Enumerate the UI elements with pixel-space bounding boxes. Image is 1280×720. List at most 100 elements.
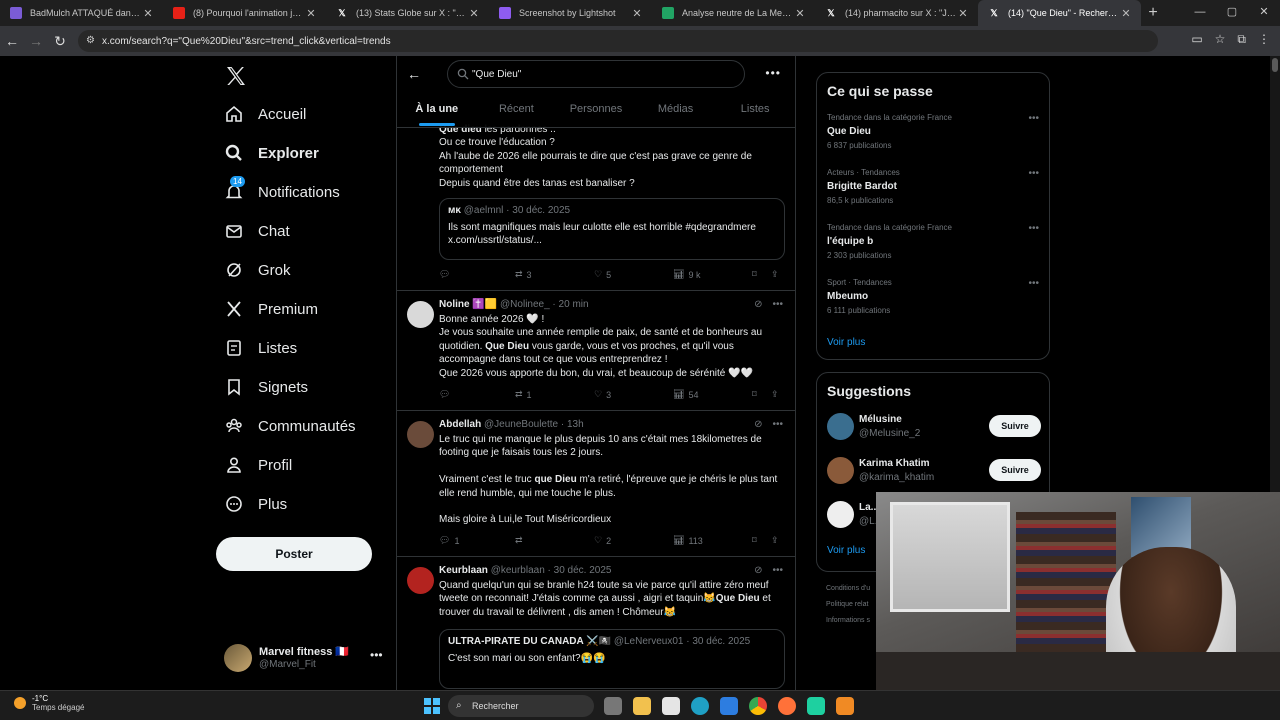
tweet-author-name[interactable]: Noline ✝️🟨 bbox=[439, 299, 497, 310]
avatar[interactable] bbox=[827, 457, 854, 484]
nav-item-plus[interactable]: Plus bbox=[224, 489, 287, 519]
browser-tab[interactable]: 𝕏 (14) "Que Dieu" - Recherche / X✕ bbox=[978, 0, 1141, 26]
avatar[interactable] bbox=[407, 421, 434, 448]
app-icon[interactable] bbox=[807, 697, 825, 715]
tweet-time[interactable]: 13h bbox=[567, 419, 584, 430]
menu-icon[interactable]: ⋮ bbox=[1258, 32, 1270, 47]
footer-link[interactable]: Conditions d'u bbox=[826, 581, 870, 597]
tweet-author-name[interactable]: Keurblaan bbox=[439, 565, 488, 576]
nav-item-communautés[interactable]: Communautés bbox=[224, 411, 356, 441]
vlc-icon[interactable] bbox=[836, 697, 854, 715]
store-icon[interactable] bbox=[720, 697, 738, 715]
search-tab[interactable]: Personnes bbox=[556, 96, 636, 128]
cast-icon[interactable]: ▭ bbox=[1191, 32, 1202, 47]
reply-action[interactable]: 💬︎ 1 bbox=[439, 535, 459, 546]
retweet-action[interactable]: ⇄ 1 bbox=[515, 389, 532, 400]
like-action[interactable]: ♡ 3 bbox=[594, 389, 611, 400]
close-tab-icon[interactable]: ✕ bbox=[1119, 7, 1133, 20]
tweet[interactable]: Noline ✝️🟨 @Nolinee_ · 20 min ⊘ ••• Bonne a… bbox=[397, 291, 795, 411]
nav-item-explorer[interactable]: Explorer bbox=[224, 138, 319, 168]
windows-start-icon[interactable] bbox=[424, 698, 440, 714]
avatar[interactable] bbox=[407, 567, 434, 594]
quoted-tweet[interactable]: ULTRA-PIRATE DU CANADA ⚔️🏴‍☠️ @LeNerveux… bbox=[439, 629, 785, 689]
tweet-time[interactable]: 20 min bbox=[559, 299, 589, 310]
site-settings-icon[interactable]: ⚙ bbox=[86, 35, 95, 46]
views-action[interactable]: 📊︎ 54 bbox=[673, 389, 698, 400]
more-icon[interactable]: ••• bbox=[1028, 113, 1039, 124]
close-tab-icon[interactable]: ✕ bbox=[793, 7, 807, 20]
x-logo-icon[interactable] bbox=[224, 64, 248, 88]
nav-item-notifications[interactable]: 14 Notifications bbox=[224, 176, 340, 207]
browser-tab[interactable]: Analyse neutre de La Meute - C✕ bbox=[652, 0, 815, 26]
close-window-icon[interactable]: ✕ bbox=[1248, 0, 1280, 26]
more-icon[interactable]: ••• bbox=[772, 565, 783, 576]
tweet-author-name[interactable]: Abdellah bbox=[439, 419, 481, 430]
search-tab[interactable]: Médias bbox=[636, 96, 716, 128]
back-arrow-icon[interactable]: ← bbox=[407, 66, 421, 82]
nav-item-listes[interactable]: Listes bbox=[224, 333, 297, 363]
share-icon[interactable]: ⇪ bbox=[771, 269, 779, 280]
weather-widget[interactable]: -1°C Temps dégagé bbox=[14, 694, 84, 712]
close-tab-icon[interactable]: ✕ bbox=[304, 7, 318, 20]
tweet-author-handle[interactable]: @keurblaan bbox=[491, 565, 545, 576]
search-tab[interactable]: Listes bbox=[715, 96, 795, 128]
more-options-icon[interactable]: ••• bbox=[765, 66, 781, 80]
tweet[interactable]: Abdellah @JeuneBoulette · 13h ⊘ ••• Le truc… bbox=[397, 411, 795, 557]
nav-item-accueil[interactable]: Accueil bbox=[224, 99, 306, 129]
maximize-icon[interactable]: ▢ bbox=[1216, 0, 1248, 26]
extensions-icon[interactable]: ⧉ bbox=[1237, 32, 1246, 47]
nav-item-grok[interactable]: Grok bbox=[224, 255, 291, 285]
trend-item[interactable]: Sport · Tendances Mbeumo 6 111 publication… bbox=[827, 278, 1039, 315]
avatar[interactable] bbox=[827, 501, 854, 528]
nav-item-signets[interactable]: Signets bbox=[224, 372, 308, 402]
follow-button[interactable]: Suivre bbox=[989, 459, 1041, 481]
trend-item[interactable]: Tendance dans la catégorie France Que Die… bbox=[827, 113, 1039, 150]
browser-tab[interactable]: BadMulch ATTAQUÉ dans LIBÉ✕ bbox=[0, 0, 163, 26]
retweet-action[interactable]: ⇄ 3 bbox=[515, 269, 532, 280]
nav-item-chat[interactable]: Chat bbox=[224, 216, 290, 246]
reply-action[interactable]: 💬︎ bbox=[439, 389, 454, 400]
taskbar-search[interactable]: ⌕ Rechercher bbox=[448, 695, 594, 717]
search-tab[interactable]: À la une bbox=[397, 96, 477, 128]
suggestion-item[interactable]: Mélusine @Melusine_2 Suivre bbox=[827, 413, 1041, 445]
chrome-icon[interactable] bbox=[749, 697, 767, 715]
browser-tab[interactable]: (8) Pourquoi l'animation japonaise✕ bbox=[163, 0, 326, 26]
grok-icon[interactable]: ⊘ bbox=[754, 299, 762, 310]
quoted-tweet[interactable]: мκ @aelmnl · 30 déc. 2025 Ils sont magnif… bbox=[439, 198, 785, 260]
task-view-icon[interactable] bbox=[604, 697, 622, 715]
bookmark-action[interactable]: ⌑ bbox=[752, 535, 757, 546]
browser-tab[interactable]: 𝕏 (13) Stats Globe sur X : "Year W✕ bbox=[326, 0, 489, 26]
trends-see-more[interactable]: Voir plus bbox=[827, 337, 865, 348]
more-icon[interactable]: ••• bbox=[370, 648, 383, 662]
back-icon[interactable]: ← bbox=[0, 33, 24, 49]
firefox-icon[interactable] bbox=[778, 697, 796, 715]
minimize-icon[interactable]: — bbox=[1184, 0, 1216, 26]
share-icon[interactable]: ⇪ bbox=[771, 535, 779, 546]
tweet-author-handle[interactable]: @JeuneBoulette bbox=[484, 419, 558, 430]
like-action[interactable]: ♡ 5 bbox=[594, 269, 611, 280]
tweet[interactable]: Keurblaan @keurblaan · 30 déc. 2025 ⊘ ••• Q… bbox=[397, 557, 795, 690]
forward-icon[interactable]: → bbox=[24, 33, 48, 49]
follow-button[interactable]: Suivre bbox=[989, 415, 1041, 437]
trend-item[interactable]: Acteurs · Tendances Brigitte Bardot 86,5 k… bbox=[827, 168, 1039, 205]
nav-item-premium[interactable]: Premium bbox=[224, 294, 318, 324]
close-tab-icon[interactable]: ✕ bbox=[630, 7, 644, 20]
browser-tab[interactable]: 𝕏 (14) pharmacito sur X : "J'suis t✕ bbox=[815, 0, 978, 26]
share-icon[interactable]: ⇪ bbox=[771, 389, 779, 400]
search-input[interactable]: "Que Dieu" bbox=[447, 60, 745, 88]
search-tab[interactable]: Récent bbox=[477, 96, 557, 128]
like-action[interactable]: ♡ 2 bbox=[594, 535, 611, 546]
notepad-icon[interactable] bbox=[662, 697, 680, 715]
avatar[interactable] bbox=[407, 301, 434, 328]
file-explorer-icon[interactable] bbox=[633, 697, 651, 715]
grok-icon[interactable]: ⊘ bbox=[754, 565, 762, 576]
grok-icon[interactable]: ⊘ bbox=[754, 419, 762, 430]
tweet-time[interactable]: 30 déc. 2025 bbox=[554, 565, 612, 576]
views-action[interactable]: 📊︎ 113 bbox=[673, 535, 703, 546]
account-switcher[interactable]: Marvel fitness 🇫🇷 @Marvel_Fit ••• bbox=[224, 642, 384, 676]
address-bar[interactable]: ⚙ x.com/search?q="Que%20Dieu"&src=trend_… bbox=[78, 30, 1158, 52]
close-tab-icon[interactable]: ✕ bbox=[467, 7, 481, 20]
bookmark-action[interactable]: ⌑ bbox=[752, 269, 757, 280]
close-tab-icon[interactable]: ✕ bbox=[956, 7, 970, 20]
more-icon[interactable]: ••• bbox=[1028, 168, 1039, 179]
